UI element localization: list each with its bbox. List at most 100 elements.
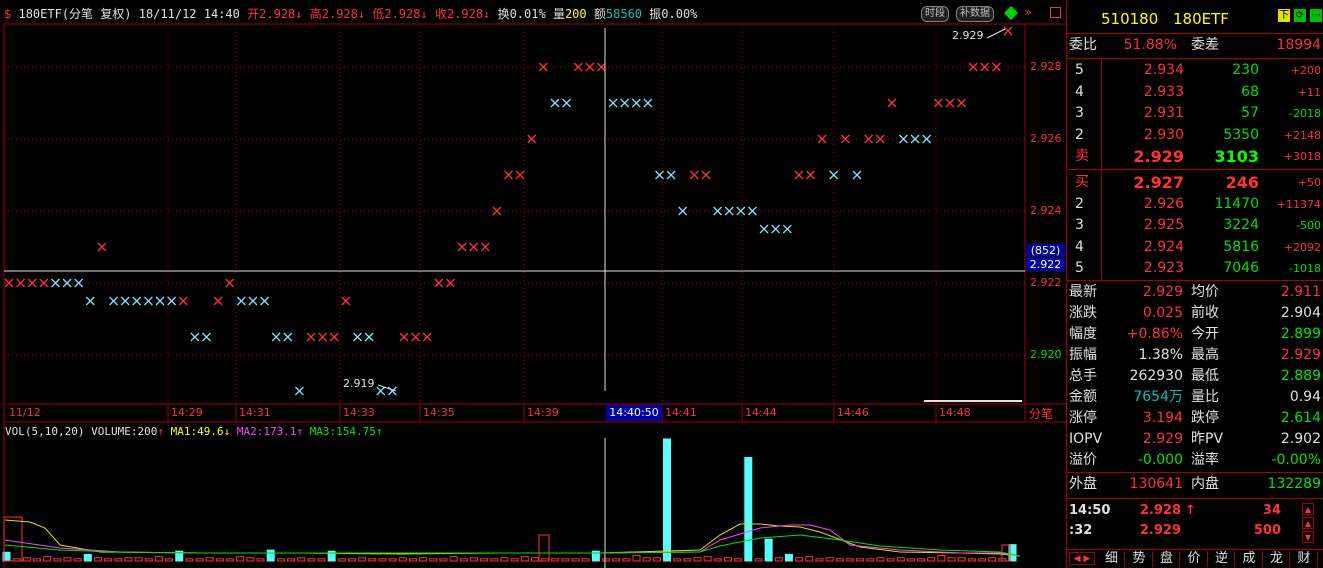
tick-mark [399,332,409,342]
download-icon[interactable]: 下 [1278,9,1290,22]
volume-bar [215,558,224,562]
volume-bar [530,557,539,562]
bid-level-row[interactable]: 买 2.927 246 +50 [1067,172,1323,193]
bid-level-row[interactable]: 5 2.923 7046 -1018 [1067,258,1323,279]
tick-mark [643,98,653,108]
tick-mark [991,62,1001,72]
bottom-tab[interactable]: 逆 [1209,551,1235,567]
stat-label: 幅度 [1069,326,1097,342]
volume-bar [622,558,631,562]
tick-mark [236,296,246,306]
volume-bar [510,558,519,562]
bottom-tab[interactable]: 价 [1182,551,1208,567]
volume-bar [449,556,458,562]
ask-change: +11 [1297,85,1321,99]
tick-mark [666,170,676,180]
bid-volume: 7046 [1223,260,1259,276]
tick-mark [933,98,943,108]
tick-mark [120,296,130,306]
tab-scroll-arrows-icon[interactable]: ◀ ▶ [1069,552,1095,565]
tick-mark [294,386,304,396]
volume-bar [642,557,651,562]
high-annotation: 2.929 [952,29,984,42]
stat-row: 涨停 3.194 跌停 2.614 [1067,408,1323,429]
bottom-tab[interactable]: 细 [1099,551,1125,567]
bid-level-row[interactable]: 3 2.925 3224 -500 [1067,215,1323,236]
volume-bar [967,558,976,562]
refresh-icon[interactable]: ⟳ [1294,9,1306,22]
volume-bar [886,558,895,562]
volume-bar [337,558,346,562]
tick-mark [515,170,525,180]
bottom-tab[interactable]: 势 [1127,551,1153,567]
ask-level-row[interactable]: 2 2.930 5350 +2148 [1067,125,1323,146]
volume-bar [815,558,824,562]
volume-bar [520,556,529,562]
bottom-tab[interactable]: 财 [1292,551,1318,567]
stat-label: 溢率 [1191,452,1219,468]
tick-mark [782,224,792,234]
trade-scroll[interactable]: ▲ ▲ ▼ [1302,503,1314,545]
stat-value: 2.904 [1280,305,1321,321]
bid-price: 2.925 [1143,217,1184,233]
tick-mark [178,296,188,306]
bid-price: 2.924 [1143,238,1184,255]
time-tick-label: 14:44 [745,406,777,419]
stat-value: -0.00% [1271,452,1321,468]
stat-label: 金额 [1069,389,1097,405]
bid-level-row[interactable]: 2 2.926 11470 +11374 [1067,194,1323,215]
volume-bar [632,555,641,562]
stat-value: 0.025 [1142,305,1183,321]
bottom-tab[interactable]: 盘 [1154,551,1180,567]
volume-bar [32,558,41,562]
stat-label: 溢价 [1069,452,1097,468]
volume-bar [835,558,844,562]
stat-label: IOPV [1069,431,1103,447]
tick-mark [445,278,455,288]
volume-bar [734,558,743,562]
bid-price: 2.923 [1143,260,1184,276]
weibi-row: 委比 51.88% 委差 18994 [1067,35,1323,56]
bid-level-row[interactable]: 4 2.924 5816 +2092 [1067,237,1323,258]
volume-bar [988,557,997,562]
volume-bar [490,558,499,562]
stat-value: -0.000 [1137,452,1183,468]
trade-volume: 500 [1253,523,1281,538]
tick-mark [132,296,142,306]
ma1-value: MA1:49.6 [170,425,224,438]
volume-bar [368,558,377,562]
up-arrow-icon: ↑ [296,425,304,438]
volume-bar [683,558,692,562]
chevron-down-icon[interactable]: ▼ [1302,531,1314,543]
volume-bar [805,556,814,562]
bottom-tab[interactable]: 成 [1237,551,1263,567]
chevron-up-icon[interactable]: ▲ [1302,503,1314,515]
time-tick-label: 14:29 [171,406,203,419]
bid-volume: 11470 [1214,195,1259,212]
trade-price: 2.928 [1139,503,1181,518]
fenbi-tab[interactable]: 分笔 [1029,405,1053,422]
stat-value: 2.929 [1280,347,1321,363]
ask-level-row[interactable]: 3 2.931 57 -2018 [1067,103,1323,124]
volume-bar [266,549,275,562]
level2-icon[interactable]: ⋯ [1310,9,1322,22]
tick-mark [771,224,781,234]
bottom-tab[interactable]: 龙 [1264,551,1290,567]
tick-mark [213,296,223,306]
ask-level-row[interactable]: 4 2.933 68 +11 [1067,82,1323,103]
time-tick-label: 14:33 [343,406,375,419]
price-tick-label: 2.924 [1030,204,1062,217]
tick-mark [4,278,14,288]
stat-value: 3.194 [1142,410,1183,426]
tick-mark [655,170,664,180]
ask-level-row[interactable]: 卖 2.929 3103 +3018 [1067,146,1323,167]
chevron-up-icon[interactable]: ▲ [1302,517,1314,529]
price-chart[interactable] [0,0,1066,568]
bid-change: -500 [1296,219,1321,232]
ask-level-row[interactable]: 5 2.934 230 +200 [1067,60,1323,81]
volume-bar [408,558,417,562]
volume-header: VOL(5,10,20) VOLUME:200↑ MA1:49.6↓ MA2:1… [5,425,383,438]
volume-bar [43,556,52,562]
volume-bar [856,558,865,562]
ask-volume: 57 [1241,105,1259,121]
